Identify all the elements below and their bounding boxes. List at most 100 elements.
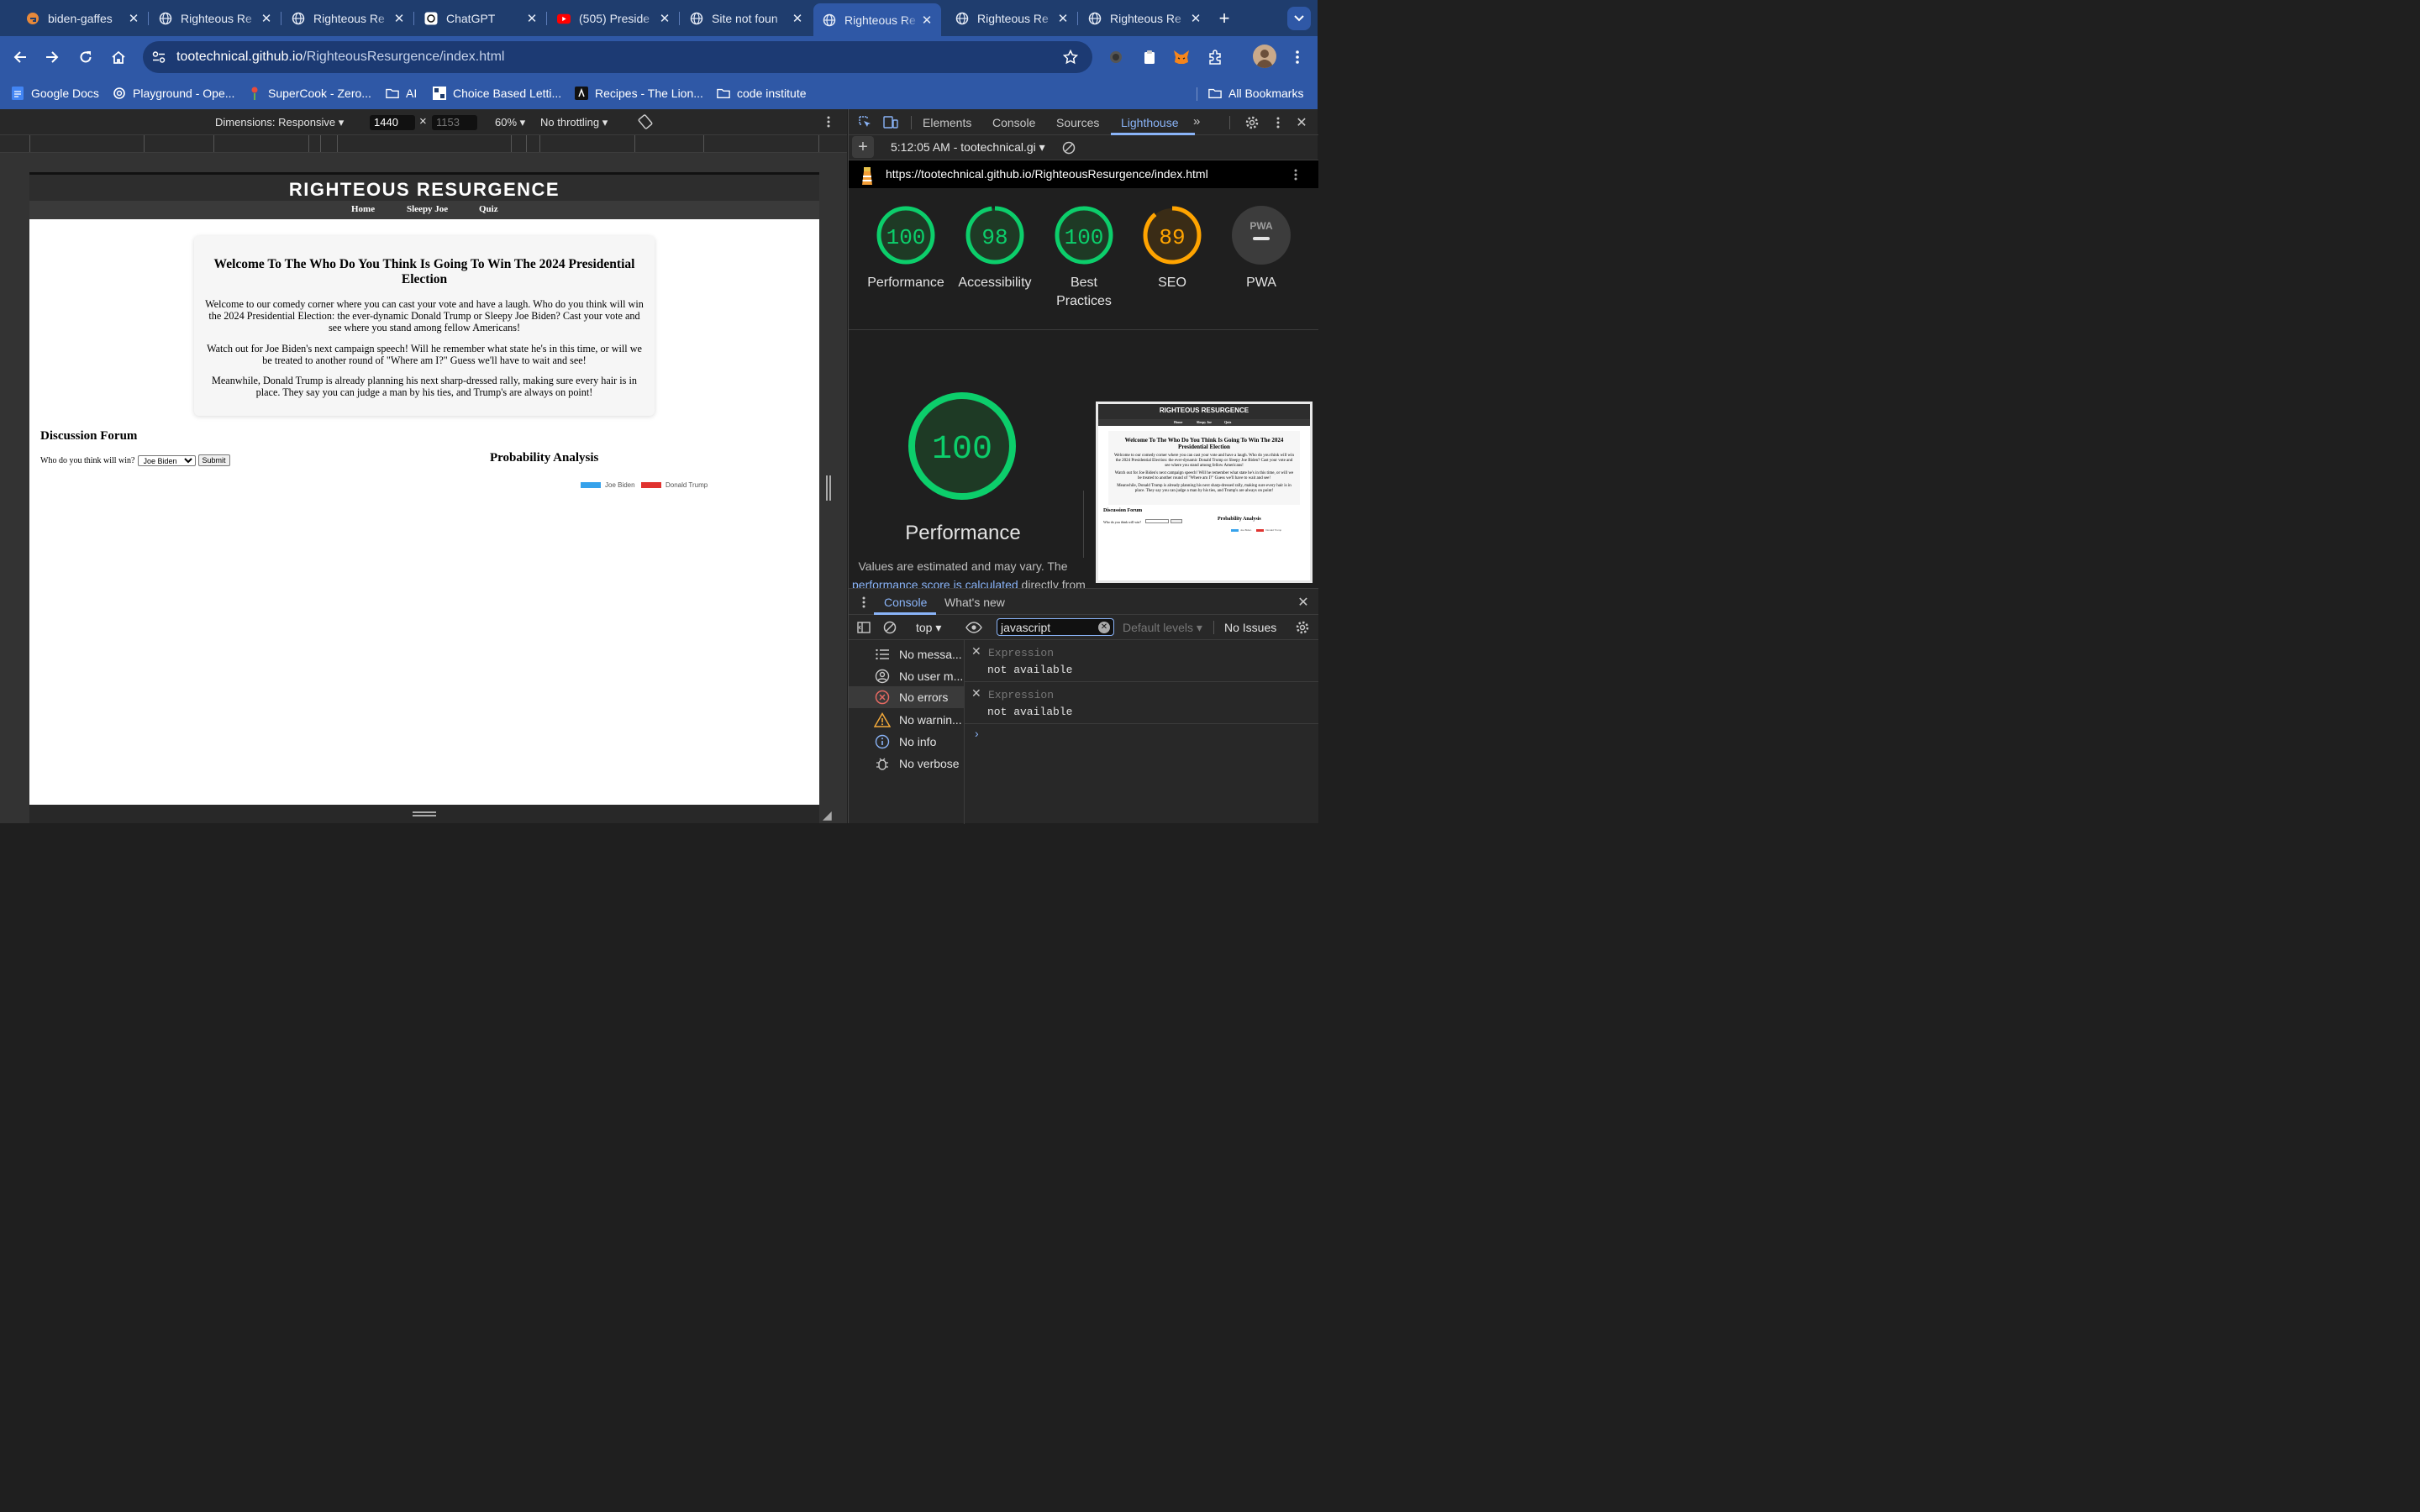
- more-tabs-icon[interactable]: »: [1193, 114, 1200, 129]
- live-expression[interactable]: ✕ Expression not available: [965, 682, 1318, 724]
- vote-select[interactable]: Joe Biden: [137, 454, 196, 466]
- nav-home[interactable]: Home: [351, 204, 375, 214]
- dimensions-dropdown[interactable]: Dimensions: Responsive ▾: [215, 116, 344, 129]
- bookmark-google-docs[interactable]: Google Docs: [11, 87, 99, 100]
- clear-filter-icon[interactable]: ✕: [1098, 622, 1110, 633]
- filter-warnings[interactable]: No warnin...: [849, 711, 962, 728]
- close-devtools-icon[interactable]: ✕: [1290, 111, 1313, 134]
- resize-handle-right[interactable]: [826, 475, 831, 501]
- close-tab-icon[interactable]: ✕: [524, 11, 539, 26]
- clear-console-icon[interactable]: [878, 616, 902, 639]
- bookmark-supercook[interactable]: SuperCook - Zero...: [248, 87, 371, 100]
- close-tab-icon[interactable]: ✕: [919, 13, 934, 28]
- extension-clipboard-icon[interactable]: [1138, 45, 1161, 69]
- profile-avatar[interactable]: [1253, 45, 1276, 68]
- close-tab-icon[interactable]: ✕: [392, 11, 407, 26]
- filter-info[interactable]: No info: [849, 733, 936, 750]
- close-tab-icon[interactable]: ✕: [657, 11, 672, 26]
- remove-expression-icon[interactable]: ✕: [971, 644, 981, 659]
- bookmark-recipes[interactable]: Recipes - The Lion...: [575, 87, 703, 100]
- bookmark-playground[interactable]: Playground - Ope...: [113, 87, 234, 100]
- site-info-icon[interactable]: [147, 45, 171, 69]
- filter-messages[interactable]: No messa...: [849, 646, 962, 663]
- extensions-puzzle-icon[interactable]: [1203, 45, 1227, 69]
- console-prompt-chevron-icon[interactable]: ›: [975, 727, 979, 740]
- submit-button[interactable]: Submit: [197, 454, 230, 466]
- drawer-tab-console[interactable]: Console: [884, 596, 927, 609]
- devtools-menu-icon[interactable]: [1266, 111, 1290, 134]
- all-bookmarks[interactable]: All Bookmarks: [1208, 87, 1303, 100]
- tab-sources[interactable]: Sources: [1056, 116, 1099, 129]
- home-icon[interactable]: [107, 45, 130, 69]
- pwa-badge[interactable]: PWA PWA: [1219, 205, 1303, 292]
- tab-elements[interactable]: Elements: [923, 116, 971, 129]
- nav-quiz[interactable]: Quiz: [479, 204, 498, 214]
- bottom-resize-bar[interactable]: ◢: [29, 805, 832, 823]
- console-settings-gear-icon[interactable]: [1291, 616, 1314, 639]
- score-calc-link[interactable]: performance score is calculated: [852, 578, 1018, 588]
- back-arrow-icon[interactable]: [8, 45, 32, 69]
- close-tab-icon[interactable]: ✕: [259, 11, 274, 26]
- throttling-dropdown[interactable]: No throttling ▾: [540, 116, 608, 129]
- inspect-element-icon[interactable]: [854, 111, 877, 134]
- corner-resize-icon[interactable]: ◢: [823, 808, 832, 822]
- live-expression-eye-icon[interactable]: [962, 616, 986, 639]
- tab-console[interactable]: Console: [992, 116, 1035, 129]
- forward-arrow-icon[interactable]: [40, 45, 64, 69]
- nav-sleepy-joe[interactable]: Sleepy Joe: [407, 204, 448, 214]
- bookmark-folder-code-institute[interactable]: code institute: [717, 87, 807, 100]
- tab-lighthouse[interactable]: Lighthouse: [1121, 116, 1179, 129]
- drawer-tab-whats-new[interactable]: What's new: [944, 596, 1005, 609]
- drawer-menu-icon[interactable]: [852, 591, 876, 614]
- report-menu-icon[interactable]: [1284, 163, 1307, 186]
- filter-user-messages[interactable]: No user m...: [849, 668, 963, 685]
- score-gauge[interactable]: 89 SEO: [1130, 205, 1214, 292]
- bookmark-star-icon[interactable]: [1059, 45, 1082, 69]
- rotate-icon[interactable]: [634, 111, 656, 133]
- tab[interactable]: Righteous Re ✕: [946, 5, 1077, 32]
- report-selector[interactable]: 5:12:05 AM - tootechnical.gi ▾: [891, 140, 1045, 155]
- tab[interactable]: ChatGPT ✕: [415, 5, 546, 32]
- tab[interactable]: Righteous Re ✕: [150, 5, 281, 32]
- tab[interactable]: biden-gaffes ✕: [17, 5, 148, 32]
- close-drawer-icon[interactable]: ✕: [1292, 591, 1315, 614]
- bookmark-folder-ai[interactable]: AI: [386, 87, 417, 100]
- filter-input[interactable]: javascript ✕: [997, 618, 1114, 636]
- close-tab-icon[interactable]: ✕: [790, 11, 805, 26]
- context-dropdown[interactable]: top ▾: [916, 621, 941, 635]
- device-height-input[interactable]: 1153: [432, 115, 477, 130]
- tab[interactable]: Righteous Re ✕: [282, 5, 413, 32]
- tab-search-chevron-icon[interactable]: [1287, 7, 1311, 30]
- log-levels-dropdown[interactable]: Default levels ▾: [1123, 621, 1202, 635]
- address-bar[interactable]: tootechnical.github.io/RighteousResurgen…: [143, 41, 1092, 73]
- device-more-icon[interactable]: [818, 111, 839, 133]
- device-toggle-icon[interactable]: [879, 111, 902, 134]
- filter-verbose[interactable]: No verbose: [849, 755, 960, 772]
- resize-grip-icon[interactable]: [413, 811, 436, 816]
- reload-icon[interactable]: [74, 45, 97, 69]
- live-expression[interactable]: ✕ Expression not available: [965, 640, 1318, 682]
- device-width-input[interactable]: 1440: [370, 115, 415, 130]
- score-gauge[interactable]: 100 Performance: [864, 205, 948, 292]
- extension-record-icon[interactable]: [1104, 45, 1128, 69]
- browser-menu-icon[interactable]: [1286, 45, 1309, 69]
- tab[interactable]: (505) Preside ✕: [548, 5, 679, 32]
- new-tab-plus-icon[interactable]: +: [1213, 7, 1236, 30]
- settings-gear-icon[interactable]: [1240, 111, 1264, 134]
- metamask-fox-icon[interactable]: [1170, 45, 1193, 69]
- issues-counter[interactable]: No Issues: [1224, 621, 1276, 634]
- close-tab-icon[interactable]: ✕: [126, 11, 141, 26]
- filter-errors[interactable]: No errors: [849, 686, 964, 708]
- tab[interactable]: Site not foun ✕: [681, 5, 812, 32]
- score-gauge[interactable]: 100 Best Practices: [1042, 205, 1126, 311]
- tab[interactable]: Righteous Re ✕: [1079, 5, 1210, 32]
- zoom-dropdown[interactable]: 60% ▾: [495, 116, 525, 129]
- tab-active[interactable]: Righteous Re ✕: [813, 3, 941, 36]
- remove-expression-icon[interactable]: ✕: [971, 686, 981, 701]
- bookmark-choice-based[interactable]: Choice Based Letti...: [433, 87, 561, 100]
- clear-report-icon[interactable]: [1057, 136, 1081, 160]
- close-tab-icon[interactable]: ✕: [1188, 11, 1203, 26]
- media-query-ruler[interactable]: [0, 135, 847, 153]
- score-gauge[interactable]: 98 Accessibility: [953, 205, 1037, 292]
- close-tab-icon[interactable]: ✕: [1055, 11, 1071, 26]
